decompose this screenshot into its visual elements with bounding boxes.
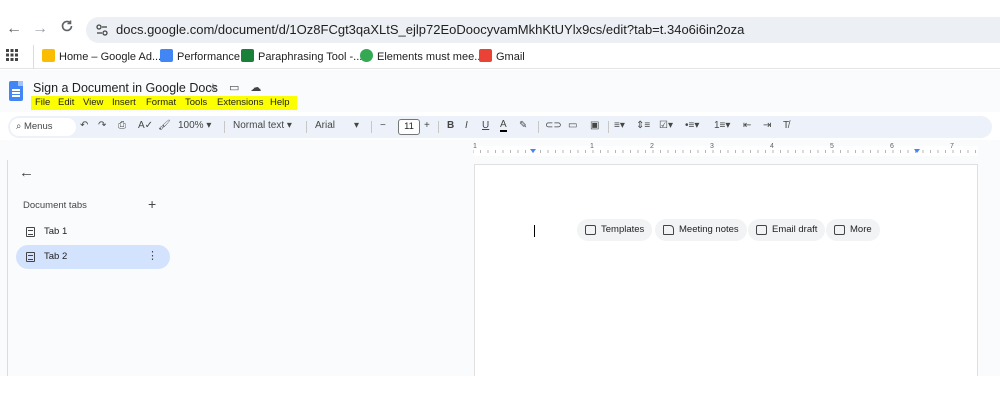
url-text[interactable]: docs.google.com/document/d/1Oz8FCgt3qaXL… <box>116 22 744 37</box>
meeting-notes-icon <box>663 225 674 235</box>
templates-chip[interactable]: Templates <box>577 219 653 241</box>
increase-indent-icon[interactable]: ⇥ <box>763 120 771 131</box>
ruler-number: 7 <box>950 143 954 150</box>
tabs-heading: Document tabs <box>23 200 87 211</box>
forward-icon[interactable]: → <box>30 19 50 39</box>
search-menus-button[interactable]: ⌕ Menus <box>10 118 76 136</box>
bookmark-google-ads[interactable]: Home – Google Ad... <box>42 49 161 65</box>
email-draft-chip[interactable]: Email draft <box>748 219 826 241</box>
bookmark-paraphrasing[interactable]: Paraphrasing Tool -... <box>241 49 362 65</box>
editing-toolbar: ⌕ Menus ↶ ↷ ⎙ A✓ 🖌 100% ▾ Normal text ▾ … <box>8 116 992 138</box>
bookmarks-bar: Home – Google Ad... Performance Paraphra… <box>0 45 1000 69</box>
spellcheck-icon[interactable]: A✓ <box>138 120 153 131</box>
comment-icon[interactable]: ▭ <box>568 120 577 131</box>
bookmark-elements[interactable]: Elements must mee... <box>360 49 483 65</box>
browser-toolbar: ← → docs.google.com/document/d/1Oz8FCgt3… <box>0 13 1000 45</box>
document-canvas: Templates Meeting notes Email draft More <box>472 160 1000 376</box>
document-icon <box>26 227 35 237</box>
text-cursor <box>534 225 535 237</box>
undo-icon[interactable]: ↶ <box>80 120 88 131</box>
meeting-notes-chip[interactable]: Meeting notes <box>655 219 747 241</box>
document-title[interactable]: Sign a Document in Google Docs <box>33 81 218 95</box>
cloud-status-icon[interactable]: ☁ <box>250 82 261 94</box>
line-spacing-icon[interactable]: ⇕≡ <box>636 120 650 131</box>
style-select[interactable]: Normal text ▾ <box>233 120 292 131</box>
more-chip[interactable]: More <box>826 219 880 241</box>
tab-1[interactable]: Tab 1 <box>16 220 170 244</box>
font-select[interactable]: Arial <box>315 120 335 131</box>
search-icon: ⌕ <box>16 121 22 132</box>
more-icon <box>834 225 845 235</box>
image-icon[interactable]: ▣ <box>590 120 599 131</box>
font-dropdown-icon[interactable]: ▾ <box>354 120 359 131</box>
apps-icon[interactable] <box>6 49 18 65</box>
increase-font-size-button[interactable]: + <box>424 120 430 131</box>
paraphrase-icon <box>241 49 254 62</box>
bookmark-gmail[interactable]: Gmail <box>479 49 525 65</box>
ruler-number: 2 <box>650 143 654 150</box>
vertical-ruler[interactable] <box>0 160 8 376</box>
document-page[interactable]: Templates Meeting notes Email draft More <box>474 164 978 376</box>
print-icon[interactable]: ⎙ <box>118 120 126 131</box>
menu-help[interactable]: Help <box>270 97 290 108</box>
menu-file[interactable]: File <box>35 97 50 108</box>
menu-edit[interactable]: Edit <box>58 97 74 108</box>
close-sidebar-icon[interactable]: ← <box>19 164 34 181</box>
ruler-number: 3 <box>710 143 714 150</box>
menu-format[interactable]: Format <box>146 97 176 108</box>
highlight-icon[interactable]: ✎ <box>519 120 527 131</box>
move-folder-icon[interactable]: ▭ <box>229 82 239 94</box>
align-icon[interactable]: ≡▾ <box>614 120 625 131</box>
analytics-icon <box>160 49 173 62</box>
leaf-icon <box>360 49 373 62</box>
italic-button[interactable]: I <box>465 120 468 131</box>
numbered-list-icon[interactable]: 1≡▾ <box>714 120 730 131</box>
menu-insert[interactable]: Insert <box>112 97 136 108</box>
underline-button[interactable]: U <box>482 120 489 131</box>
zoom-select[interactable]: 100% ▾ <box>178 120 211 131</box>
menu-view[interactable]: View <box>83 97 103 108</box>
menu-tools[interactable]: Tools <box>185 97 207 108</box>
bookmark-performance[interactable]: Performance <box>160 49 240 65</box>
paint-format-icon[interactable]: 🖌 <box>158 120 171 131</box>
decrease-font-size-button[interactable]: − <box>380 120 386 131</box>
bold-button[interactable]: B <box>447 120 454 131</box>
decrease-indent-icon[interactable]: ⇤ <box>743 120 751 131</box>
star-icon[interactable]: ☆ <box>208 82 218 94</box>
google-ads-icon <box>42 49 55 62</box>
reload-icon[interactable] <box>57 19 77 39</box>
checklist-icon[interactable]: ☑▾ <box>659 120 673 131</box>
tab-options-icon[interactable]: ⋮ <box>147 249 158 262</box>
site-info-icon[interactable] <box>94 22 110 38</box>
address-bar[interactable]: docs.google.com/document/d/1Oz8FCgt3qaXL… <box>86 17 1000 43</box>
document-tabs-sidebar: ← Document tabs + Tab 1 Tab 2 ⋮ <box>8 160 472 376</box>
ruler-number: 1 <box>590 143 594 150</box>
ruler-number: 4 <box>770 143 774 150</box>
ruler-number: 6 <box>890 143 894 150</box>
bulleted-list-icon[interactable]: •≡▾ <box>685 120 699 131</box>
menu-extensions[interactable]: Extensions <box>217 97 263 108</box>
email-draft-icon <box>756 225 767 235</box>
menu-bar: File Edit View Insert Format Tools Exten… <box>31 96 297 110</box>
document-icon <box>26 252 35 262</box>
docs-logo-icon[interactable] <box>9 81 23 101</box>
ruler-number: 5 <box>830 143 834 150</box>
bottom-strip <box>0 376 1000 398</box>
gmail-icon <box>479 49 492 62</box>
font-size-input[interactable]: 11 <box>398 119 420 135</box>
text-color-button[interactable]: A <box>500 120 507 132</box>
back-icon[interactable]: ← <box>4 19 24 39</box>
templates-icon <box>585 225 596 235</box>
tab-2[interactable]: Tab 2 ⋮ <box>16 245 170 269</box>
ruler-area: 1 1 2 3 4 5 6 7 <box>0 140 1000 160</box>
clear-formatting-icon[interactable]: T̸ <box>783 120 789 131</box>
redo-icon[interactable]: ↷ <box>98 120 106 131</box>
docs-header: Sign a Document in Google Docs ☆ ▭ ☁ Fil… <box>0 70 1000 112</box>
ruler-number: 1 <box>473 143 477 150</box>
add-tab-icon[interactable]: + <box>148 196 156 212</box>
link-icon[interactable]: ⊂⊃ <box>545 120 562 131</box>
